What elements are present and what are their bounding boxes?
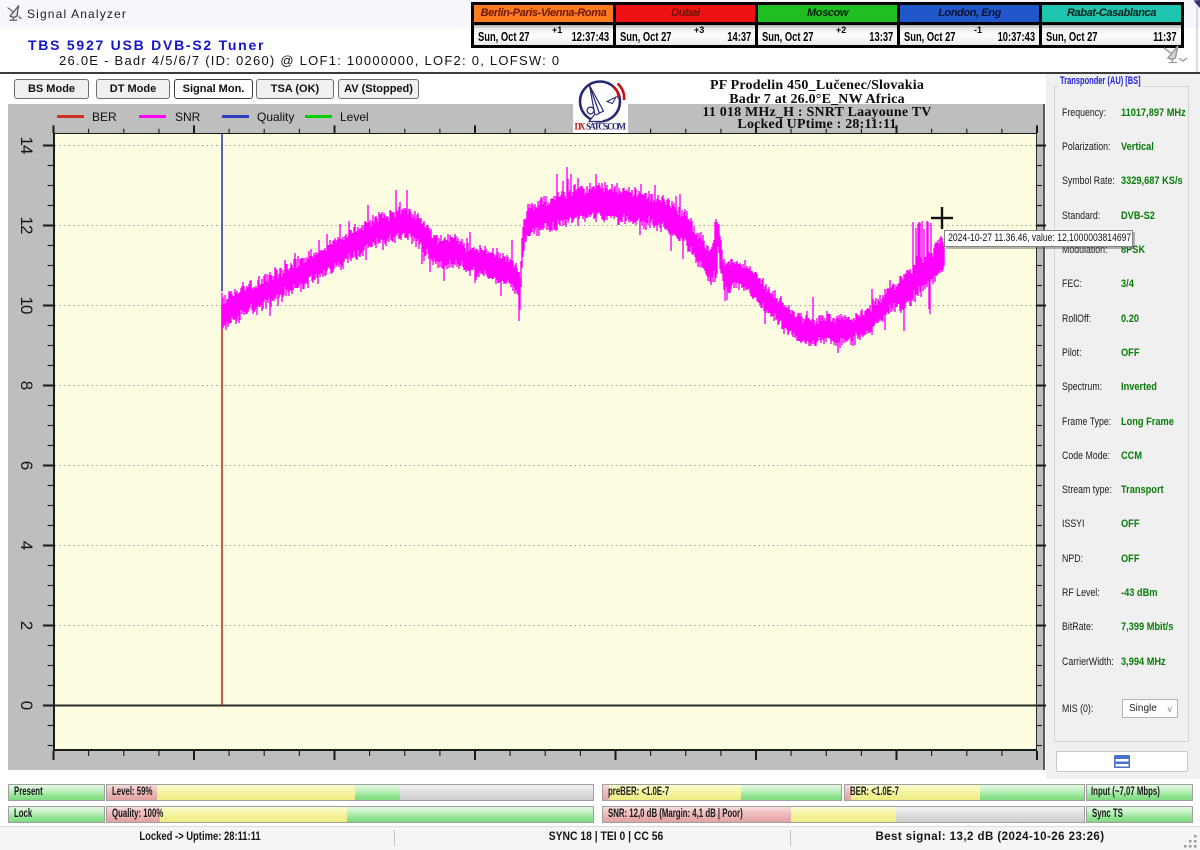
svg-text:SATCS.COM: SATCS.COM [586,122,627,132]
svg-text:DX: DX [575,122,587,132]
